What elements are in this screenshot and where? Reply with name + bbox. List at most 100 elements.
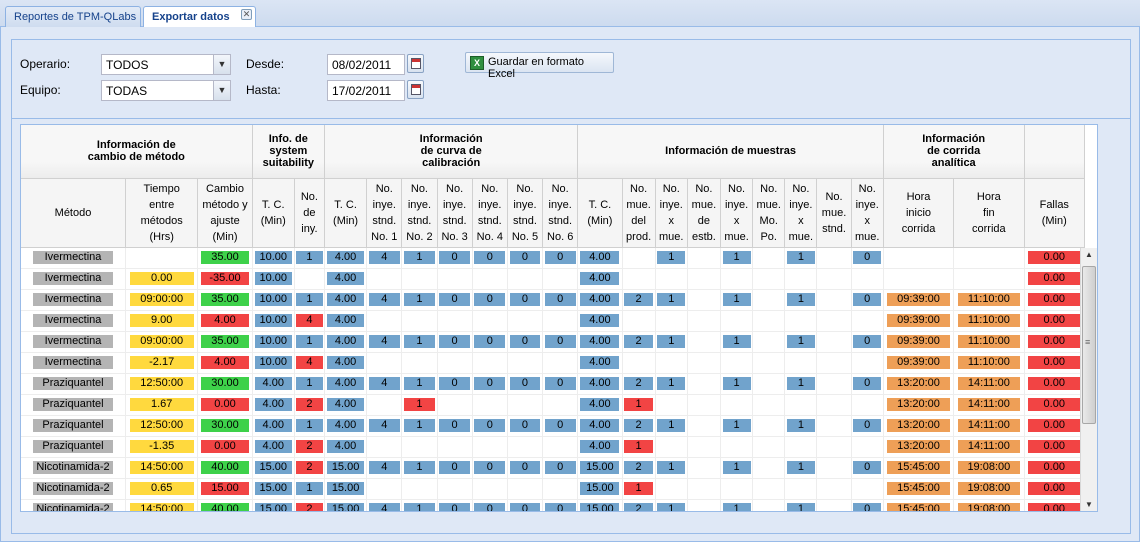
- table-cell: [687, 289, 721, 311]
- tab-reportes[interactable]: Reportes de TPM-QLabs: [5, 6, 141, 27]
- cell-value: 0.00: [1027, 335, 1082, 348]
- cell-value: 15:45:00: [887, 503, 950, 511]
- column-header[interactable]: No. mue. de estb.: [687, 178, 721, 248]
- table-cell: [507, 310, 544, 332]
- scroll-up-icon[interactable]: ▲: [1081, 248, 1097, 262]
- column-header[interactable]: T. C. (Min): [577, 178, 623, 248]
- column-header[interactable]: No. mue. del prod.: [622, 178, 656, 248]
- cell-value: 4.00: [201, 314, 249, 327]
- column-header[interactable]: No. inye. stnd. No. 3: [437, 178, 473, 248]
- table-cell: 1: [784, 373, 818, 395]
- table-cell: [294, 268, 325, 290]
- table-cell: 15.00: [577, 457, 623, 479]
- column-header[interactable]: Tiempo entre métodos (Hrs): [125, 178, 199, 248]
- table-row[interactable]: Nicotinamida-2 14:50:00 40.00 15.00 2 15.00 4 1…: [21, 499, 1086, 511]
- table-row[interactable]: Praziquantel 12:50:00 30.00 4.00 1 4.00 4 1 0 0 0 0…: [21, 373, 1086, 395]
- table-cell: 14:50:00: [125, 499, 199, 511]
- table-cell: Nicotinamida-2: [21, 478, 127, 500]
- chevron-down-icon[interactable]: ▼: [213, 81, 230, 100]
- cell-value: 1: [786, 377, 815, 390]
- table-cell: 0.00: [1024, 478, 1086, 500]
- desde-date-field[interactable]: 08/02/2011: [327, 54, 405, 75]
- table-row[interactable]: Ivermectina 0.00 -35.00 10.00 4.00 4.00 0.00: [21, 268, 1086, 290]
- table-row[interactable]: Praziquantel 1.67 0.00 4.00 2 4.00 1 4.00 1 13:20…: [21, 394, 1086, 416]
- chevron-down-icon[interactable]: ▼: [213, 55, 230, 74]
- column-header[interactable]: No. mue. stnd.: [816, 178, 852, 248]
- group-header: Información de corrida analítica: [883, 125, 1025, 179]
- column-header[interactable]: No. inye. x mue.: [720, 178, 754, 248]
- table-row[interactable]: Ivermectina -2.17 4.00 10.00 4 4.00 4.00 09:39:…: [21, 352, 1086, 374]
- tab-exportar-datos[interactable]: Exportar datos ✕: [143, 6, 256, 28]
- close-icon[interactable]: ✕: [241, 9, 252, 20]
- table-row[interactable]: Ivermectina 09:00:00 35.00 10.00 1 4.00 4 1 0 0 0 0…: [21, 331, 1086, 353]
- column-header[interactable]: T. C. (Min): [252, 178, 295, 248]
- table-row[interactable]: Nicotinamida-2 14:50:00 40.00 15.00 2 15.00 4 1…: [21, 457, 1086, 479]
- cell-value: 0.00: [1027, 419, 1082, 432]
- hasta-date-field[interactable]: 17/02/2011: [327, 80, 405, 101]
- table-cell: 0: [851, 331, 884, 353]
- column-header[interactable]: T. C. (Min): [324, 178, 368, 248]
- cell-value: 4.00: [327, 377, 365, 390]
- table-cell: [687, 478, 721, 500]
- table-cell: [851, 310, 884, 332]
- table-row[interactable]: Ivermectina 9.00 4.00 10.00 4 4.00 4.00 09:39:0…: [21, 310, 1086, 332]
- table-cell: 4.00: [577, 247, 623, 269]
- column-header[interactable]: No. de iny.: [294, 178, 325, 248]
- table-cell: Ivermectina: [21, 331, 127, 353]
- column-header[interactable]: Fallas (Min): [1024, 178, 1086, 248]
- table-cell: [851, 436, 884, 458]
- column-header[interactable]: No. mue. Mo. Po.: [752, 178, 786, 248]
- calendar-icon[interactable]: [407, 80, 424, 99]
- column-header[interactable]: Método: [21, 178, 127, 248]
- table-cell: [816, 247, 852, 269]
- table-cell: 14:11:00: [953, 415, 1025, 437]
- scroll-thumb[interactable]: ≡: [1082, 266, 1096, 424]
- table-cell: 0.00: [1024, 331, 1086, 353]
- operario-select[interactable]: TODOS ▼: [101, 54, 231, 75]
- table-row[interactable]: Nicotinamida-2 0.65 15.00 15.00 1 15.00 15.00 1…: [21, 478, 1086, 500]
- table-cell: Nicotinamida-2: [21, 499, 127, 511]
- table-cell: [816, 310, 852, 332]
- cell-value: 11:10:00: [957, 293, 1021, 306]
- calendar-icon[interactable]: [407, 54, 424, 73]
- cell-value: 12:50:00: [129, 419, 194, 432]
- column-header[interactable]: Cambio método y ajuste (Min): [197, 178, 253, 248]
- table-cell: [752, 415, 786, 437]
- cell-value: 4.00: [580, 419, 620, 432]
- table-cell: 0: [542, 289, 579, 311]
- table-row[interactable]: Praziquantel -1.35 0.00 4.00 2 4.00 4.00 1 13:20…: [21, 436, 1086, 458]
- table-cell: 1: [294, 331, 325, 353]
- vertical-scrollbar[interactable]: ▲ ≡ ▼: [1080, 248, 1097, 511]
- table-cell: [816, 415, 852, 437]
- table-cell: [401, 478, 438, 500]
- table-row[interactable]: Ivermectina 09:00:00 35.00 10.00 1 4.00 4 1 0 0 0 0…: [21, 289, 1086, 311]
- table-cell: 1: [720, 331, 754, 353]
- table-cell: 4: [366, 373, 403, 395]
- table-cell: [542, 352, 579, 374]
- table-row[interactable]: Ivermectina 35.00 10.00 1 4.00 4 1 0 0 0 0 4.00 1 1 1 0…: [21, 247, 1086, 269]
- column-header[interactable]: No. inye. stnd. No. 1: [366, 178, 403, 248]
- column-header[interactable]: No. inye. x mue.: [851, 178, 884, 248]
- cell-value: 19:08:00: [957, 482, 1021, 495]
- column-header[interactable]: No. inye. x mue.: [784, 178, 818, 248]
- column-header[interactable]: No. inye. stnd. No. 4: [472, 178, 508, 248]
- scroll-down-icon[interactable]: ▼: [1081, 498, 1097, 511]
- column-header[interactable]: No. inye. stnd. No. 5: [507, 178, 544, 248]
- column-header[interactable]: Hora fin corrida: [953, 178, 1025, 248]
- table-cell: [720, 310, 754, 332]
- table-row[interactable]: Praziquantel 12:50:00 30.00 4.00 1 4.00 4 1 0 0 0 0…: [21, 415, 1086, 437]
- table-cell: 15:45:00: [883, 499, 955, 511]
- cell-value: 4: [296, 314, 323, 327]
- table-cell: 4: [366, 289, 403, 311]
- column-header[interactable]: No. inye. stnd. No. 2: [401, 178, 438, 248]
- cell-value: 4: [368, 461, 400, 474]
- cell-value: 4.00: [254, 440, 292, 453]
- save-excel-button[interactable]: X Guardar en formato Excel: [465, 52, 614, 80]
- cell-value: 1: [786, 461, 815, 474]
- equipo-select[interactable]: TODAS ▼: [101, 80, 231, 101]
- column-header[interactable]: Hora inicio corrida: [883, 178, 955, 248]
- column-header[interactable]: No. inye. x mue.: [655, 178, 688, 248]
- column-header[interactable]: No. inye. stnd. No. 6: [542, 178, 579, 248]
- table-cell: [816, 331, 852, 353]
- table-cell: 1: [401, 457, 438, 479]
